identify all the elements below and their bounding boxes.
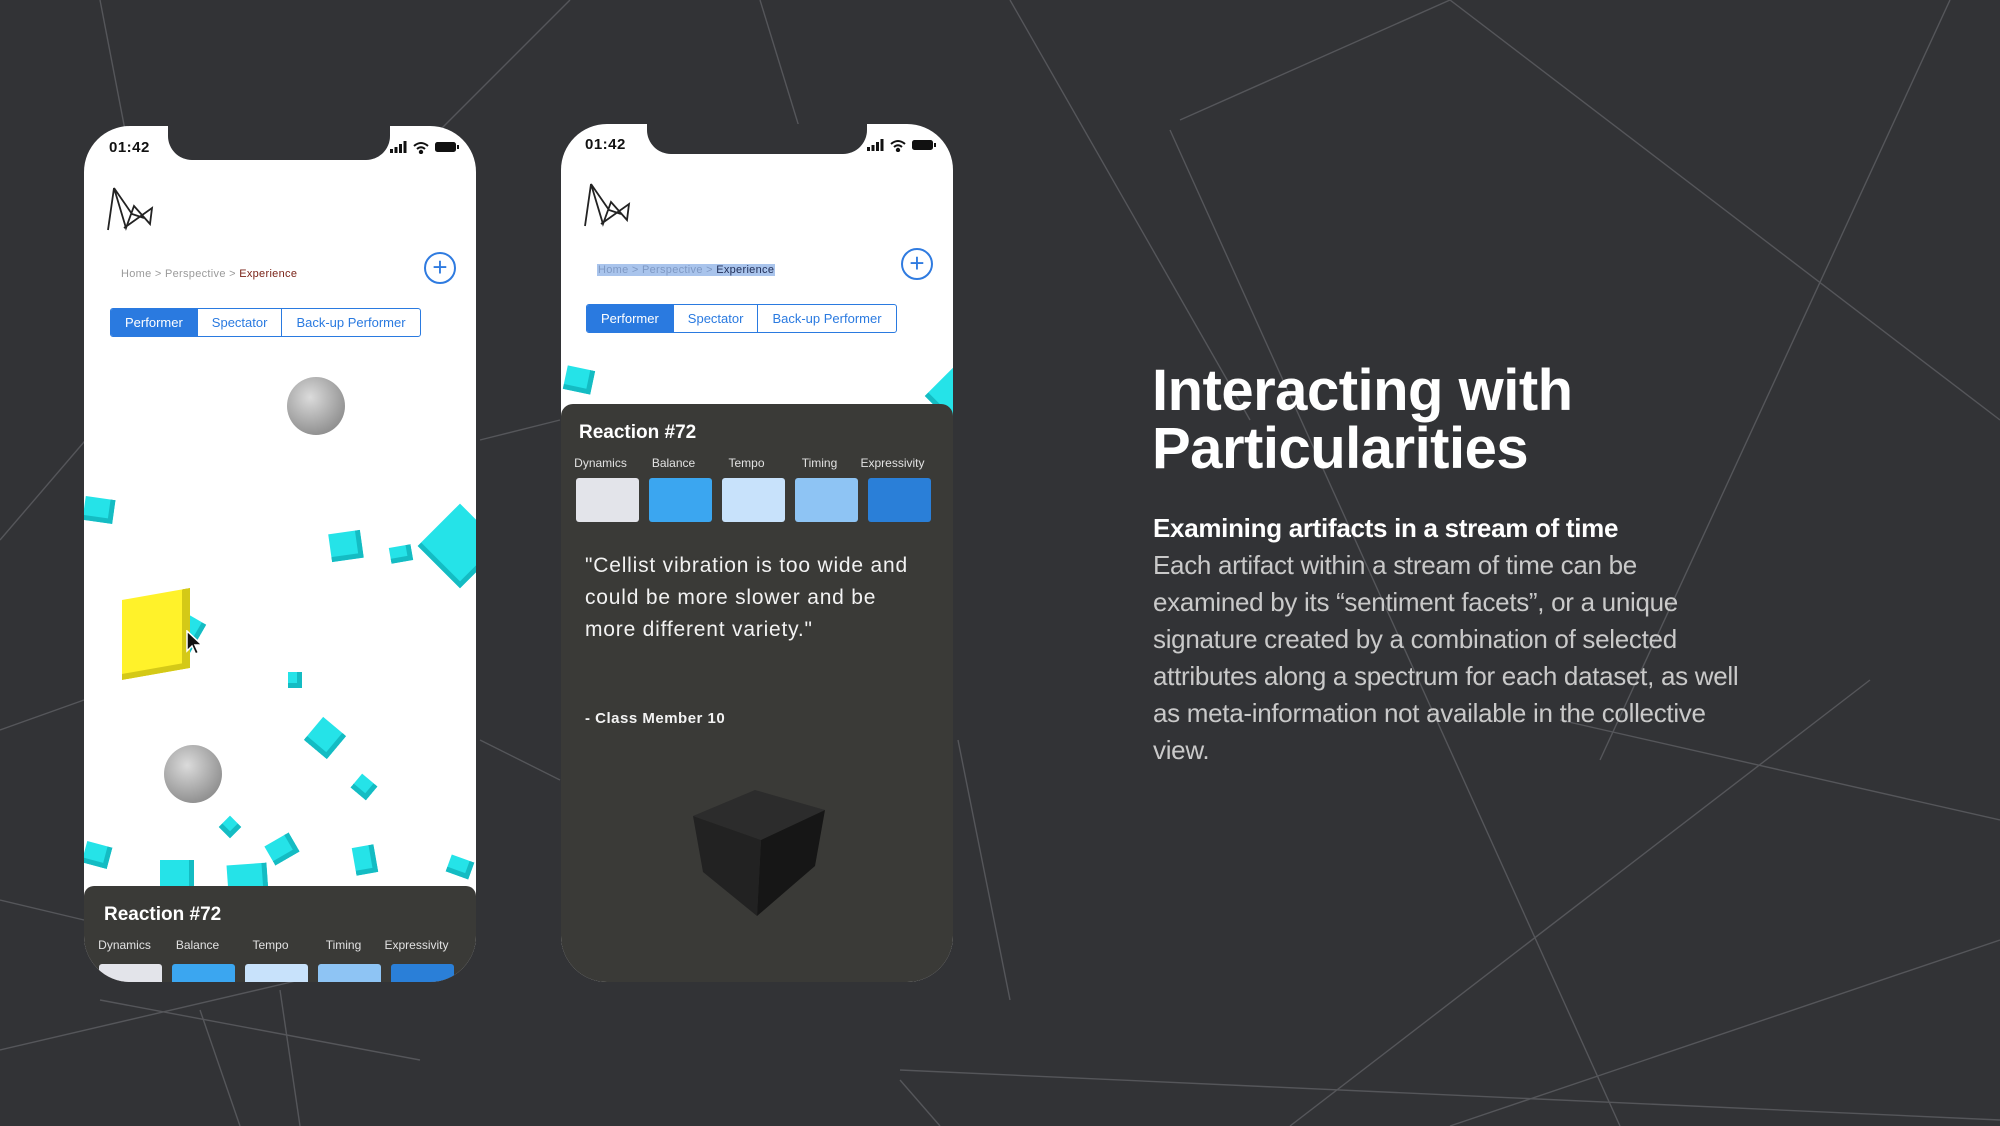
status-time: 01:42: [585, 136, 626, 153]
cube-icon[interactable]: [691, 788, 827, 918]
phone-notch: [647, 124, 867, 154]
artifact-cube[interactable]: [288, 672, 302, 688]
artifact-cube[interactable]: [84, 496, 116, 524]
reaction-title: Reaction #72: [104, 904, 222, 925]
facet-labels: Dynamics Balance Tempo Timing Expressivi…: [88, 938, 453, 952]
wifi-icon: [413, 142, 429, 154]
reaction-detail-panel[interactable]: Reaction #72 Dynamics Balance Tempo Timi…: [561, 404, 953, 982]
breadcrumb-separator: >: [225, 268, 240, 280]
status-time: 01:42: [109, 139, 150, 156]
facet-swatches: [99, 964, 464, 982]
add-icon[interactable]: +: [424, 252, 456, 284]
facet-label-expressivity: Expressivity: [860, 456, 925, 470]
breadcrumb: Home > Perspective > Experience: [597, 264, 776, 276]
breadcrumb-perspective[interactable]: Perspective: [165, 268, 226, 280]
reaction-quote: "Cellist vibration is too wide and could…: [585, 554, 908, 641]
artifact-cube[interactable]: [445, 854, 475, 880]
cursor-icon: [186, 630, 204, 656]
facet-swatch-balance: [172, 964, 235, 982]
facet-swatch-tempo: [245, 964, 308, 982]
breadcrumb-home[interactable]: Home: [598, 264, 629, 276]
phone-notch: [168, 126, 390, 160]
facet-swatch-expressivity[interactable]: [868, 478, 931, 522]
headline-line-1: Interacting with: [1152, 358, 1573, 423]
status-icons: [867, 139, 936, 152]
facet-swatch-timing[interactable]: [795, 478, 858, 522]
facet-swatch-tempo[interactable]: [722, 478, 785, 522]
add-icon[interactable]: +: [901, 248, 933, 280]
facet-labels: Dynamics Balance Tempo Timing Expressivi…: [564, 456, 929, 470]
facet-swatches: [576, 478, 941, 522]
artifact-cube[interactable]: [218, 815, 242, 839]
breadcrumb-current: Experience: [716, 264, 775, 276]
breadcrumb-separator: >: [628, 264, 642, 276]
facet-swatch-timing: [318, 964, 381, 982]
facet-label-balance: Balance: [175, 938, 220, 952]
facet-label-dynamics: Dynamics: [98, 938, 151, 952]
tab-spectator[interactable]: Spectator: [196, 309, 282, 336]
breadcrumb: Home > Perspective > Experience: [121, 268, 297, 280]
touch-indicator: [287, 377, 345, 435]
artifact-cube-field[interactable]: [84, 366, 476, 982]
artifact-cube[interactable]: [264, 832, 300, 866]
breadcrumb-current: Experience: [239, 268, 298, 280]
breadcrumb-separator: >: [151, 268, 165, 280]
logo-icon: [584, 183, 631, 227]
slide-headline: Interacting with Particularities: [1152, 362, 1672, 478]
tab-spectator[interactable]: Spectator: [672, 305, 758, 332]
reaction-panel[interactable]: Reaction #72 Dynamics Balance Tempo Timi…: [84, 886, 476, 982]
status-icons: [390, 141, 459, 154]
artifact-cube[interactable]: [303, 716, 347, 760]
artifact-cube[interactable]: [328, 529, 364, 563]
reaction-title: Reaction #72: [579, 422, 697, 443]
breadcrumb-separator: >: [702, 264, 717, 276]
artifact-cube[interactable]: [351, 844, 379, 876]
artifact-cube[interactable]: [350, 773, 378, 801]
facet-label-timing: Timing: [801, 456, 838, 470]
artifact-cube[interactable]: [562, 365, 596, 395]
battery-icon: [435, 142, 459, 152]
battery-icon: [912, 140, 936, 150]
facet-label-timing: Timing: [325, 938, 362, 952]
facet-label-balance: Balance: [651, 456, 696, 470]
reaction-attribution: - Class Member 10: [585, 710, 726, 727]
logo-icon: [107, 187, 154, 231]
breadcrumb-home[interactable]: Home: [121, 268, 152, 280]
role-tabs: Performer Spectator Back-up Performer: [110, 308, 421, 337]
slide-body: Each artifact within a stream of time ca…: [1153, 550, 1739, 765]
slide-subheading: Examining artifacts in a stream of time: [1153, 513, 1619, 543]
phone-mockup-right: 01:42 Home > Perspective > Experience + …: [561, 124, 953, 982]
facet-label-tempo: Tempo: [728, 456, 765, 470]
role-tabs: Performer Spectator Back-up Performer: [586, 304, 897, 333]
signal-icon: [867, 139, 884, 151]
artifact-cube[interactable]: [388, 544, 414, 564]
tab-performer[interactable]: Performer: [587, 305, 673, 332]
signal-icon: [390, 141, 407, 153]
tab-backup-performer[interactable]: Back-up Performer: [281, 309, 419, 336]
breadcrumb-perspective[interactable]: Perspective: [642, 264, 703, 276]
wifi-icon: [890, 140, 906, 152]
facet-swatch-dynamics[interactable]: [576, 478, 639, 522]
facet-label-dynamics: Dynamics: [574, 456, 627, 470]
tab-backup-performer[interactable]: Back-up Performer: [757, 305, 895, 332]
facet-swatch-expressivity: [391, 964, 454, 982]
phone-mockup-left: 01:42 Home > Perspective > Experience + …: [84, 126, 476, 982]
facet-label-tempo: Tempo: [252, 938, 289, 952]
facet-label-expressivity: Expressivity: [384, 938, 449, 952]
artifact-cube[interactable]: [84, 841, 113, 869]
facet-swatch-balance[interactable]: [649, 478, 712, 522]
artifact-cube[interactable]: [417, 503, 476, 589]
tab-performer[interactable]: Performer: [111, 309, 197, 336]
headline-line-2: Particularities: [1152, 416, 1529, 481]
selected-artifact-cube[interactable]: [122, 588, 190, 680]
touch-indicator: [164, 745, 222, 803]
facet-swatch-dynamics: [99, 964, 162, 982]
